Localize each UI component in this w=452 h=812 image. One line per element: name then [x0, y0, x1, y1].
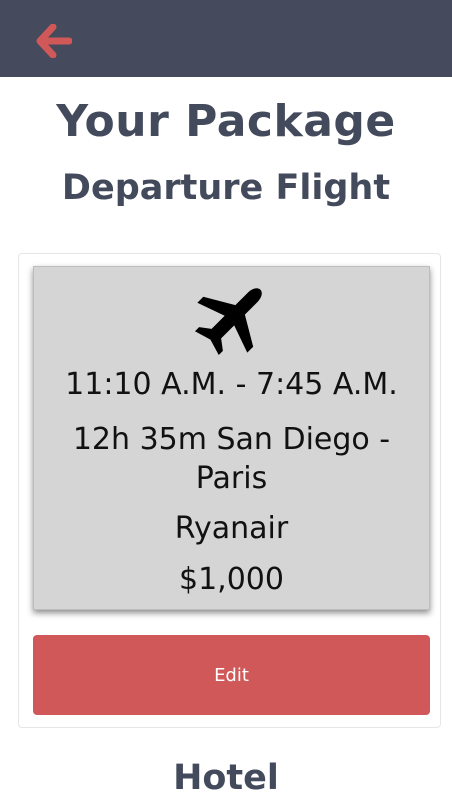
back-button[interactable] [34, 22, 74, 60]
page-title: Your Package [56, 96, 396, 147]
flight-details: 11:10 A.M. - 7:45 A.M. 12h 35m San Diego… [33, 266, 430, 610]
top-bar [0, 0, 452, 77]
plane-icon [194, 288, 262, 356]
flight-time: 11:10 A.M. - 7:45 A.M. [65, 367, 398, 402]
flight-price: $1,000 [179, 562, 284, 597]
section-title-departure-flight: Departure Flight [61, 168, 391, 208]
section-title-hotel: Hotel [173, 758, 279, 798]
arrow-left-icon [36, 24, 72, 58]
flight-card: 11:10 A.M. - 7:45 A.M. 12h 35m San Diego… [18, 253, 441, 728]
flight-route: 12h 35m San Diego - Paris [72, 422, 391, 496]
edit-button[interactable]: Edit [33, 635, 430, 715]
flight-airline: Ryanair [174, 511, 289, 546]
